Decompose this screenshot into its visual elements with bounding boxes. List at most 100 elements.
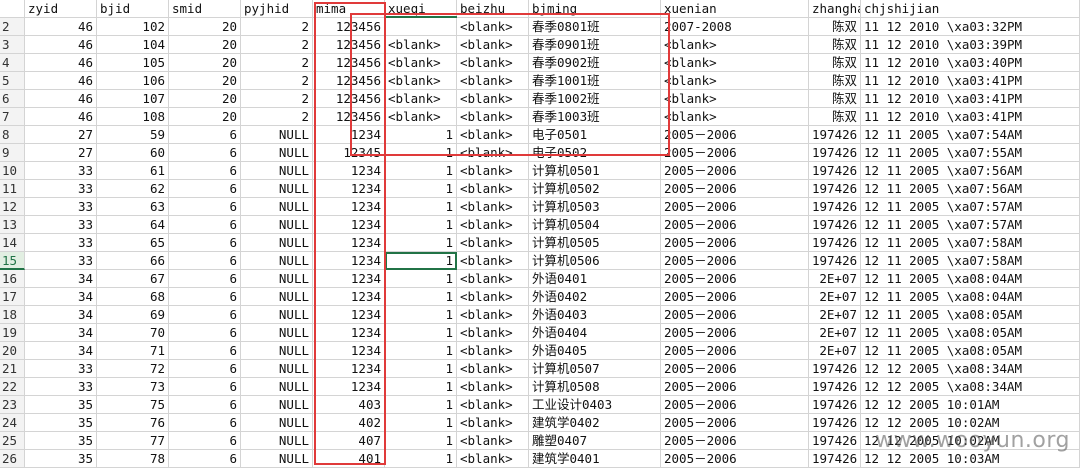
row-number[interactable]: 8 [0,126,25,144]
cell-bjming[interactable]: 春季1003班 [529,108,661,126]
cell-pyjhid[interactable]: NULL [241,180,313,198]
cell-xuenian[interactable]: 2005－2006 [661,234,809,252]
cell-xuenian[interactable]: <blank> [661,36,809,54]
cell-bjid[interactable]: 73 [97,378,169,396]
cell-bjid[interactable]: 72 [97,360,169,378]
cell-xueqi[interactable]: 1 [385,360,457,378]
cell-xuenian[interactable]: <blank> [661,54,809,72]
cell-bjming[interactable]: 计算机0503 [529,198,661,216]
cell-pyjhid[interactable]: NULL [241,216,313,234]
cell-mima[interactable]: 1234 [313,252,385,270]
column-header-smid[interactable]: smid [169,0,241,18]
cell-chjshijian[interactable]: 12 11 2005 \xa08:05AM [861,324,1080,342]
cell-chjshijian[interactable]: 12 12 2005 \xa08:34AM [861,360,1080,378]
cell-zyid[interactable]: 33 [25,198,97,216]
cell-pyjhid[interactable]: NULL [241,360,313,378]
cell-zyid[interactable]: 33 [25,252,97,270]
cell-beizhu[interactable]: <blank> [457,324,529,342]
cell-pyjhid[interactable]: NULL [241,432,313,450]
cell-beizhu[interactable]: <blank> [457,252,529,270]
cell-zhanghao[interactable]: 197426 [809,450,861,468]
cell-bjid[interactable]: 76 [97,414,169,432]
cell-xuenian[interactable]: 2005－2006 [661,180,809,198]
cell-mima[interactable]: 1234 [313,324,385,342]
cell-smid[interactable]: 6 [169,450,241,468]
row-number[interactable]: 10 [0,162,25,180]
cell-bjid[interactable]: 70 [97,324,169,342]
cell-xuenian[interactable]: 2005－2006 [661,378,809,396]
column-header-chjshijian[interactable]: chjshijian [861,0,1080,18]
row-number[interactable]: 25 [0,432,25,450]
cell-chjshijian[interactable]: 12 11 2005 \xa07:56AM [861,180,1080,198]
cell-xuenian[interactable]: 2005－2006 [661,126,809,144]
cell-bjid[interactable]: 61 [97,162,169,180]
cell-xuenian[interactable]: 2005－2006 [661,342,809,360]
row-number[interactable]: 22 [0,378,25,396]
cell-bjming[interactable]: 外语0404 [529,324,661,342]
cell-pyjhid[interactable]: NULL [241,342,313,360]
cell-beizhu[interactable]: <blank> [457,216,529,234]
cell-smid[interactable]: 6 [169,252,241,270]
cell-zhanghao[interactable]: 197426 [809,396,861,414]
cell-xueqi[interactable]: 1 [385,450,457,468]
cell-mima[interactable]: 1234 [313,378,385,396]
cell-smid[interactable]: 6 [169,234,241,252]
cell-zhanghao[interactable]: 197426 [809,414,861,432]
cell-zhanghao[interactable]: 197426 [809,234,861,252]
cell-zhanghao[interactable]: 2E+07 [809,342,861,360]
cell-zhanghao[interactable]: 陈双 [809,72,861,90]
cell-beizhu[interactable]: <blank> [457,72,529,90]
cell-zyid[interactable]: 34 [25,288,97,306]
column-header-xuenian[interactable]: xuenian [661,0,809,18]
cell-zyid[interactable]: 46 [25,36,97,54]
cell-mima[interactable]: 1234 [313,288,385,306]
cell-mima[interactable]: 123456 [313,18,385,36]
cell-bjming[interactable]: 计算机0508 [529,378,661,396]
cell-pyjhid[interactable]: NULL [241,144,313,162]
row-header-corner[interactable] [0,0,25,18]
cell-bjming[interactable]: 计算机0501 [529,162,661,180]
cell-xueqi[interactable]: <blank> [385,90,457,108]
cell-chjshijian[interactable]: 12 12 2005 10:01AM [861,396,1080,414]
row-number[interactable]: 21 [0,360,25,378]
cell-chjshijian[interactable]: 12 11 2005 \xa07:58AM [861,234,1080,252]
cell-smid[interactable]: 20 [169,54,241,72]
cell-bjming[interactable]: 建筑学0402 [529,414,661,432]
cell-bjid[interactable]: 102 [97,18,169,36]
cell-zhanghao[interactable]: 197426 [809,252,861,270]
cell-mima[interactable]: 1234 [313,270,385,288]
cell-mima[interactable]: 123456 [313,36,385,54]
cell-beizhu[interactable]: <blank> [457,126,529,144]
cell-chjshijian[interactable]: 12 11 2005 \xa08:04AM [861,270,1080,288]
column-header-pyjhid[interactable]: pyjhid [241,0,313,18]
cell-beizhu[interactable]: <blank> [457,36,529,54]
cell-xuenian[interactable]: 2007-2008 [661,18,809,36]
cell-bjid[interactable]: 108 [97,108,169,126]
row-number[interactable]: 6 [0,90,25,108]
cell-bjid[interactable]: 62 [97,180,169,198]
cell-xuenian[interactable]: 2005－2006 [661,414,809,432]
cell-bjid[interactable]: 71 [97,342,169,360]
cell-smid[interactable]: 6 [169,198,241,216]
cell-zhanghao[interactable]: 197426 [809,378,861,396]
cell-zyid[interactable]: 33 [25,378,97,396]
row-number[interactable]: 26 [0,450,25,468]
cell-xuenian[interactable]: 2005－2006 [661,324,809,342]
cell-zhanghao[interactable]: 197426 [809,432,861,450]
cell-beizhu[interactable]: <blank> [457,270,529,288]
cell-zyid[interactable]: 34 [25,324,97,342]
cell-bjming[interactable]: 春季0901班 [529,36,661,54]
cell-bjming[interactable]: 计算机0504 [529,216,661,234]
cell-zyid[interactable]: 33 [25,234,97,252]
cell-xuenian[interactable]: 2005－2006 [661,270,809,288]
row-number[interactable]: 9 [0,144,25,162]
cell-zyid[interactable]: 33 [25,162,97,180]
cell-zhanghao[interactable]: 陈双 [809,18,861,36]
cell-beizhu[interactable]: <blank> [457,144,529,162]
cell-xueqi[interactable]: 1 [385,324,457,342]
cell-xueqi[interactable]: 1 [385,414,457,432]
cell-pyjhid[interactable]: NULL [241,288,313,306]
cell-beizhu[interactable]: <blank> [457,432,529,450]
cell-xuenian[interactable]: 2005－2006 [661,396,809,414]
cell-chjshijian[interactable]: 11 12 2010 \xa03:32PM [861,18,1080,36]
